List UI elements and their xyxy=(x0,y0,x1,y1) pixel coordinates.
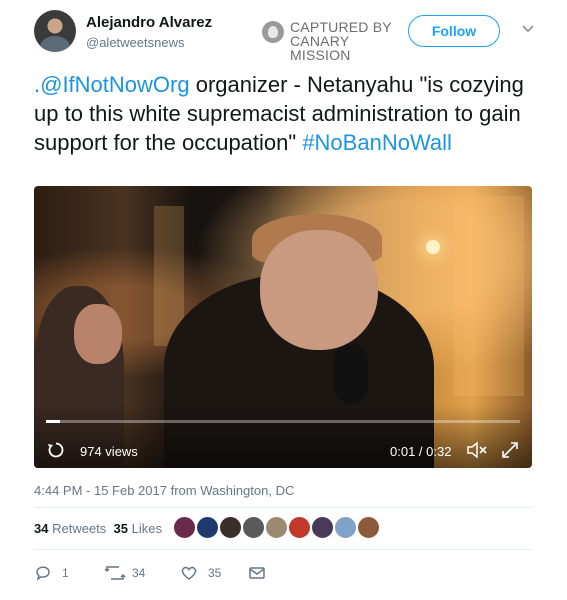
hashtag-link[interactable]: #NoBanNoWall xyxy=(302,130,452,155)
reply-count: 1 xyxy=(62,566,69,580)
building xyxy=(454,196,524,396)
reply-icon xyxy=(36,566,50,581)
canary-mission-watermark: CAPTURED BY CANARY MISSION xyxy=(262,16,412,62)
liker-avatar[interactable] xyxy=(288,516,311,539)
like-count: 35 xyxy=(208,566,222,580)
liker-avatar[interactable] xyxy=(196,516,219,539)
mute-icon[interactable] xyxy=(466,440,488,460)
retweets-count[interactable]: 34 xyxy=(34,521,48,536)
divider xyxy=(34,549,532,550)
speaker-face xyxy=(260,230,378,350)
video-time: 0:01 / 0:32 xyxy=(390,444,452,459)
reply-button[interactable]: 1 xyxy=(34,563,74,583)
microphone xyxy=(334,344,368,404)
replay-icon[interactable] xyxy=(47,441,65,459)
chevron-down-icon[interactable] xyxy=(521,24,535,34)
engagement-stats: 34 Retweets 35 Likes xyxy=(34,521,162,536)
likes-count[interactable]: 35 xyxy=(114,521,128,536)
like-button[interactable]: 35 xyxy=(180,563,230,583)
liker-avatar[interactable] xyxy=(334,516,357,539)
watermark-text: CAPTURED BY CANARY MISSION xyxy=(290,20,412,62)
bystander-face xyxy=(74,304,122,364)
retweet-count: 34 xyxy=(132,566,146,580)
avatar[interactable] xyxy=(34,10,76,52)
retweets-label[interactable]: Retweets xyxy=(52,521,106,536)
video-progress-fill xyxy=(46,420,61,423)
author-name[interactable]: Alejandro Alvarez xyxy=(86,14,212,31)
view-count: 974 views xyxy=(80,444,138,459)
direct-message-button[interactable] xyxy=(248,563,268,583)
liker-avatar[interactable] xyxy=(265,516,288,539)
likes-label[interactable]: Likes xyxy=(132,521,162,536)
video-player[interactable]: 974 views 0:01 / 0:32 xyxy=(34,186,532,468)
mention-link[interactable]: .@IfNotNowOrg xyxy=(34,72,190,97)
video-progress-bar[interactable] xyxy=(46,420,520,423)
author-handle[interactable]: @aletweetsnews xyxy=(86,35,184,50)
tweet-text: .@IfNotNowOrg organizer - Netanyahu "is … xyxy=(34,70,539,157)
watermark-line-1: CAPTURED BY xyxy=(290,19,392,35)
retweet-icon xyxy=(104,566,126,580)
heart-icon xyxy=(181,566,197,580)
canary-logo-icon xyxy=(262,21,284,43)
tweet-header: Alejandro Alvarez @aletweetsnews CAPTURE… xyxy=(34,8,544,62)
liker-avatar[interactable] xyxy=(242,516,265,539)
tweet-actions: 1 34 35 xyxy=(34,563,294,583)
liker-avatar[interactable] xyxy=(219,516,242,539)
fullscreen-icon[interactable] xyxy=(500,440,520,460)
liker-avatar[interactable] xyxy=(173,516,196,539)
liker-avatar[interactable] xyxy=(311,516,334,539)
retweet-button[interactable]: 34 xyxy=(104,563,154,583)
envelope-icon xyxy=(249,567,265,579)
tweet-timestamp[interactable]: 4:44 PM - 15 Feb 2017 from Washington, D… xyxy=(34,483,294,498)
follow-button[interactable]: Follow xyxy=(408,15,500,47)
divider xyxy=(34,507,532,508)
street-lamp xyxy=(426,240,440,254)
watermark-line-2: CANARY MISSION xyxy=(290,33,351,63)
liker-avatar[interactable] xyxy=(357,516,380,539)
